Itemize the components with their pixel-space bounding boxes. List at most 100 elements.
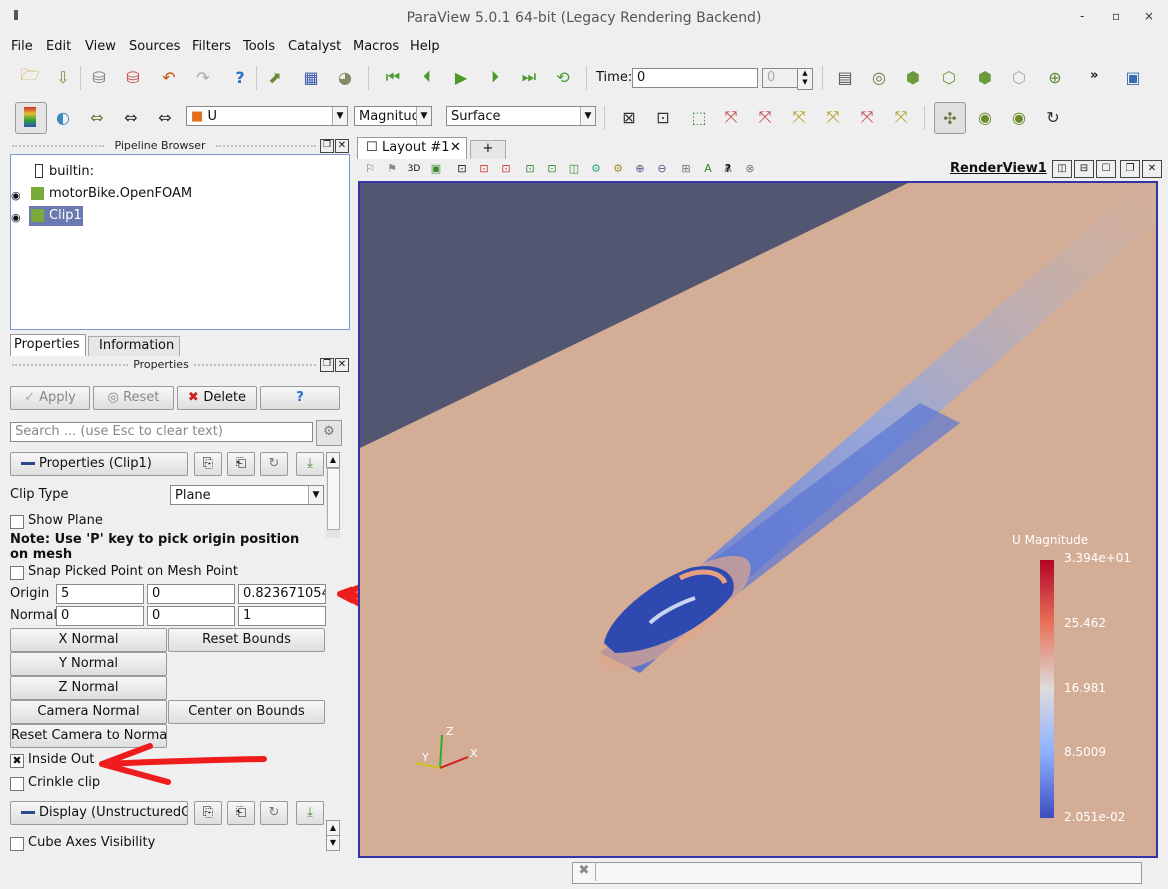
camera-undo-icon[interactable]: ⚑ [384, 161, 400, 177]
component-combo[interactable]: Magnitud ▼ [354, 106, 432, 126]
glyph-icon[interactable]: ⊕ [1044, 66, 1066, 88]
eye-icon[interactable]: ◉ [11, 211, 21, 224]
close-button[interactable]: × [1144, 9, 1154, 23]
representation-toolbar: ◐ ⇔ ⇔ ⇔ ■ U ▼ Magnitud ▼ Surface ▼ ⊠ ⊡ ⬚… [0, 100, 1168, 136]
array-combo[interactable]: ■ U ▼ [186, 106, 348, 126]
select-frustum-icon[interactable]: ⊡ [498, 161, 514, 177]
first-frame-icon[interactable]: ⏮ [382, 66, 404, 88]
add-layout-tab[interactable]: + [470, 140, 506, 159]
view-plus-y-icon[interactable]: ⤧ [788, 106, 810, 128]
close-tab-icon[interactable]: ✕ [450, 140, 461, 155]
loop-icon[interactable]: ⟲ [552, 66, 574, 88]
close-panel-icon[interactable]: ✕ [335, 139, 349, 153]
color-palette-icon[interactable]: ◕ [334, 66, 356, 88]
clear-selection-icon[interactable]: ⊗ [742, 161, 758, 177]
find-data-icon[interactable]: ⬈ [264, 66, 286, 88]
threshold-icon[interactable]: ⬢ [974, 66, 996, 88]
menu-filters[interactable]: Filters [192, 39, 231, 54]
reset-camera-icon[interactable]: ⊠ [618, 106, 640, 128]
maximize-view-icon[interactable]: ☐ [1096, 160, 1116, 178]
calculator-icon[interactable]: ▤ [834, 66, 856, 88]
color-map-editor-button[interactable] [15, 102, 47, 134]
menu-file[interactable]: File [11, 39, 33, 54]
undo-icon[interactable]: ↶ [158, 66, 180, 88]
reset-center-icon[interactable]: ◉ [974, 106, 996, 128]
show-labels-icon[interactable]: A [700, 161, 716, 177]
polygon-select-icon[interactable]: ◫ [566, 161, 582, 177]
time-input[interactable]: 0 [632, 68, 758, 88]
menu-catalyst[interactable]: Catalyst [288, 39, 341, 54]
menu-view[interactable]: View [85, 39, 116, 54]
grow-selection-icon[interactable]: ⊕ [632, 161, 648, 177]
query-button[interactable]: ? [720, 161, 736, 177]
view-minus-y-icon[interactable]: ⤧ [822, 106, 844, 128]
menu-tools[interactable]: Tools [243, 39, 275, 54]
representation-combo[interactable]: Surface ▼ [446, 106, 596, 126]
tab-information[interactable]: Information [88, 336, 180, 356]
split-horizontal-icon[interactable]: ◫ [1052, 160, 1072, 178]
close-view-icon[interactable]: ✕ [1142, 160, 1162, 178]
load-state-icon[interactable]: ⇩ [52, 66, 74, 88]
tab-layout-1[interactable]: ☐ Layout #1 ✕ [357, 137, 467, 159]
select-cells-icon[interactable]: ⊡ [454, 161, 470, 177]
float-panel-icon[interactable]: ❐ [320, 139, 334, 153]
view-plus-z-icon[interactable]: ⤧ [856, 106, 878, 128]
view-mode-3d-button[interactable]: 3D [406, 161, 422, 177]
next-frame-icon[interactable]: ⏵ [484, 66, 506, 88]
restore-view-icon[interactable]: ❐ [1120, 160, 1140, 178]
interactive-select-icon[interactable]: ⊡ [544, 161, 560, 177]
rescale-temporal-icon[interactable]: ⇔ [120, 106, 142, 128]
view-minus-z-icon[interactable]: ⤧ [890, 106, 912, 128]
previous-frame-icon[interactable]: ⏴ [416, 66, 438, 88]
timestep-spinbox[interactable]: 0 [762, 68, 798, 88]
shrink-selection-icon[interactable]: ⊖ [654, 161, 670, 177]
pipeline-item-motorbike[interactable]: motorBike.OpenFOAM [49, 186, 192, 201]
rescale-custom-icon[interactable]: ⇔ [86, 106, 108, 128]
redo-icon[interactable]: ↷ [192, 66, 214, 88]
contour-icon[interactable]: ◎ [868, 66, 890, 88]
select-points-icon[interactable]: ⊡ [476, 161, 492, 177]
eye-icon[interactable]: ◉ [11, 189, 21, 202]
render-view[interactable]: U Magnitude 3.394e+01 25.462 16.981 8.50… [358, 181, 1158, 858]
hover-cells-icon[interactable]: ⚙ [610, 161, 626, 177]
tab-properties[interactable]: Properties [10, 334, 86, 356]
menu-sources[interactable]: Sources [129, 39, 180, 54]
zoom-to-box-icon[interactable]: ⬚ [688, 106, 710, 128]
close-output-icon[interactable]: ✖ [573, 863, 596, 881]
minimize-button[interactable]: - [1080, 9, 1084, 23]
play-icon[interactable]: ▶ [450, 66, 472, 88]
help-icon[interactable]: ? [229, 66, 251, 88]
last-frame-icon[interactable]: ⏭ [518, 66, 540, 88]
extract-subset-icon[interactable]: ⬡ [1008, 66, 1030, 88]
pick-center-icon[interactable]: ◉ [1008, 106, 1030, 128]
menu-help[interactable]: Help [410, 39, 440, 54]
show-center-button[interactable]: ✣ [934, 102, 966, 134]
rotate-center-icon[interactable]: ↻ [1042, 106, 1064, 128]
connect-icon[interactable]: ⛁ [88, 66, 110, 88]
menu-macros[interactable]: Macros [353, 39, 399, 54]
disconnect-icon[interactable]: ⛁ [122, 66, 144, 88]
more-tools-button[interactable]: » [1090, 68, 1098, 83]
capture-icon[interactable]: ⚐ [362, 161, 378, 177]
pipeline-item-clip1[interactable]: Clip1 [49, 208, 82, 223]
timestep-stepper[interactable]: ▲ ▼ [797, 68, 813, 90]
slice-icon[interactable]: ⬡ [938, 66, 960, 88]
split-vertical-icon[interactable]: ⊟ [1074, 160, 1094, 178]
maximize-button[interactable]: ▫ [1112, 9, 1120, 23]
view-plus-x-icon[interactable]: ⤧ [720, 106, 742, 128]
pipeline-item-builtin[interactable]: builtin: [49, 164, 94, 179]
rescale-visible-icon[interactable]: ⇔ [154, 106, 176, 128]
select-block-icon[interactable]: ⊡ [522, 161, 538, 177]
spreadsheet-icon[interactable]: ▦ [300, 66, 322, 88]
zoom-to-data-icon[interactable]: ⊡ [652, 106, 674, 128]
extract-selection-icon[interactable]: ⊞ [678, 161, 694, 177]
hover-points-icon[interactable]: ⚙ [588, 161, 604, 177]
rescale-icon[interactable]: ◐ [52, 106, 74, 128]
window-icon[interactable]: ▣ [1122, 66, 1144, 88]
view-minus-x-icon[interactable]: ⤧ [754, 106, 776, 128]
camera-settings-icon[interactable]: ▣ [428, 161, 444, 177]
window-title: ParaView 5.0.1 64-bit (Legacy Rendering … [406, 10, 762, 26]
open-file-icon[interactable]: 🗁 [19, 65, 41, 88]
clip-icon[interactable]: ⬢ [902, 66, 924, 88]
menu-edit[interactable]: Edit [46, 39, 71, 54]
